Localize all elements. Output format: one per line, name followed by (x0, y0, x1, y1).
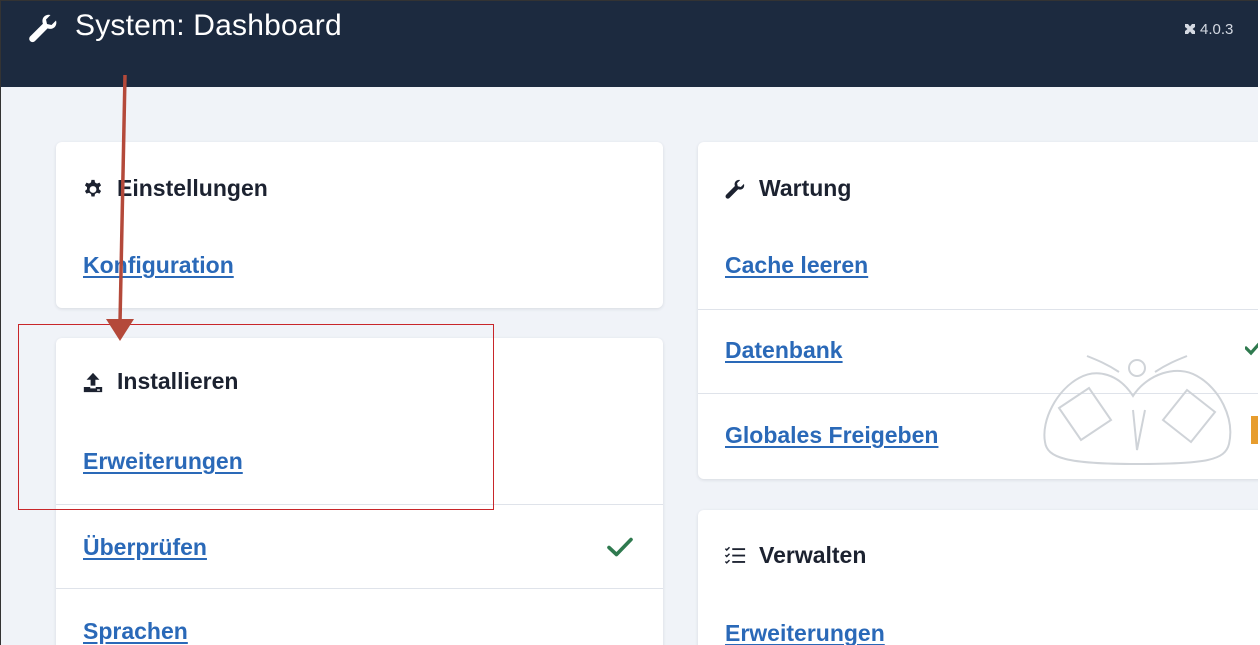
link-datenbank[interactable]: Datenbank (725, 337, 843, 364)
checklist-icon (724, 546, 746, 564)
wrench-icon (29, 14, 57, 43)
upload-icon (83, 372, 103, 392)
divider (56, 588, 663, 589)
card-heading-einstellungen: Einstellungen (82, 175, 268, 202)
card-einstellungen: Einstellungen Konfiguration (56, 142, 663, 308)
link-ueberpruefen[interactable]: Überprüfen (83, 534, 207, 561)
app-frame: System: Dashboard 4.0.3 Einstellungen Ko… (0, 0, 1258, 645)
card-heading-wartung: Wartung (724, 175, 851, 202)
divider (698, 309, 1258, 310)
card-title-installieren: Installieren (117, 368, 239, 394)
card-title-wartung: Wartung (759, 175, 852, 201)
link-erweiterungen[interactable]: Erweiterungen (83, 448, 243, 475)
link-globales-freigeben[interactable]: Globales Freigeben (725, 422, 938, 449)
gear-icon (84, 179, 102, 197)
card-verwalten: Verwalten Erweiterungen (698, 510, 1258, 645)
version-label: 4.0.3 (1183, 21, 1233, 38)
joomla-logo-icon (1185, 24, 1195, 34)
card-title-einstellungen: Einstellungen (117, 175, 268, 201)
checkmark-icon (607, 537, 633, 557)
header-bar: System: Dashboard 4.0.3 (1, 1, 1258, 87)
wrench-icon (725, 179, 745, 199)
card-installieren: Installieren Erweiterungen Überprüfen Sp… (56, 338, 663, 645)
link-verwalten-erweiterungen[interactable]: Erweiterungen (725, 620, 885, 645)
version-number: 4.0.3 (1200, 21, 1234, 38)
card-heading-installieren: Installieren (82, 368, 238, 395)
divider (698, 393, 1258, 394)
link-sprachen[interactable]: Sprachen (83, 618, 188, 645)
card-wartung: Wartung Cache leeren Datenbank Globales … (698, 142, 1258, 479)
warning-badge (1251, 416, 1258, 444)
link-cache-leeren[interactable]: Cache leeren (725, 252, 868, 279)
link-konfiguration[interactable]: Konfiguration (83, 252, 234, 279)
checkmark-icon (1245, 342, 1258, 356)
divider (56, 504, 663, 505)
card-heading-verwalten: Verwalten (724, 542, 866, 569)
card-title-verwalten: Verwalten (759, 542, 867, 568)
page-title: System: Dashboard (75, 9, 342, 42)
